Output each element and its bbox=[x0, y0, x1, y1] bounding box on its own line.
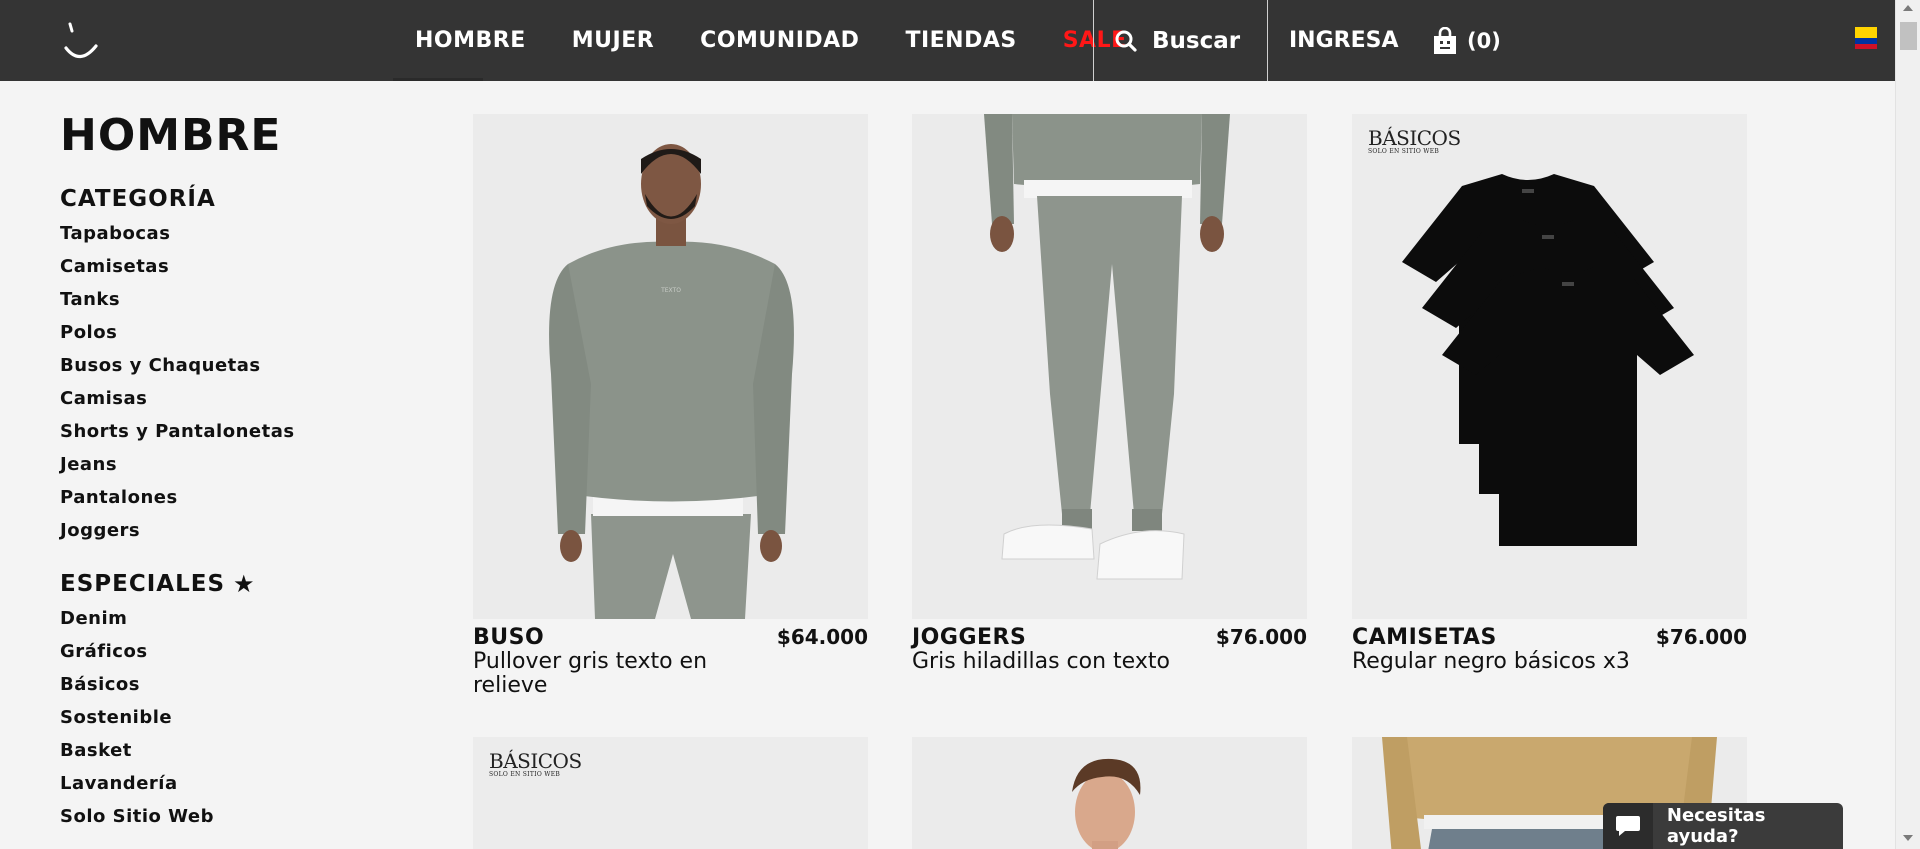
product-card[interactable]: JOGGERS $76.000 Gris hiladillas con text… bbox=[912, 114, 1307, 674]
nav-active-indicator bbox=[393, 78, 483, 81]
category-link[interactable]: Jeans bbox=[60, 454, 117, 475]
special-link[interactable]: Basket bbox=[60, 740, 132, 761]
top-navigation-bar: HOMBRE MUJER COMUNIDAD TIENDAS SALE Busc… bbox=[0, 0, 1895, 81]
page-title: HOMBRE bbox=[60, 110, 282, 161]
special-link[interactable]: Gráficos bbox=[60, 641, 148, 662]
scroll-down-arrow-icon[interactable] bbox=[1903, 835, 1913, 841]
search-icon bbox=[1115, 30, 1137, 52]
special-item[interactable]: Solo Sitio Web bbox=[60, 800, 390, 833]
special-item[interactable]: Sostenible bbox=[60, 701, 390, 734]
login-link[interactable]: INGRESA bbox=[1289, 0, 1399, 81]
product-category: JOGGERS bbox=[912, 625, 1027, 650]
nav-mujer[interactable]: MUJER bbox=[572, 28, 654, 53]
category-item[interactable]: Camisas bbox=[60, 382, 390, 415]
especiales-heading: ESPECIALES ★ bbox=[60, 569, 390, 599]
category-link[interactable]: Pantalones bbox=[60, 487, 178, 508]
model-joggers-photo bbox=[912, 114, 1307, 619]
cart-count: (0) bbox=[1467, 28, 1501, 53]
nav-tiendas[interactable]: TIENDAS bbox=[905, 28, 1016, 53]
especiales-list: Denim Gráficos Básicos Sostenible Basket… bbox=[60, 602, 390, 833]
product-meta: BUSO $64.000 bbox=[473, 625, 868, 650]
special-item[interactable]: Básicos bbox=[60, 668, 390, 701]
category-item[interactable]: Joggers bbox=[60, 514, 390, 547]
product-name[interactable]: Regular negro básicos x3 bbox=[1352, 650, 1747, 674]
category-link[interactable]: Shorts y Pantalonetas bbox=[60, 421, 295, 442]
category-item[interactable]: Busos y Chaquetas bbox=[60, 349, 390, 382]
category-link[interactable]: Tanks bbox=[60, 289, 120, 310]
chat-label: Necesitas ayuda? bbox=[1666, 805, 1766, 847]
product-image[interactable]: TEXTO bbox=[473, 114, 868, 619]
smiley-logo-icon[interactable] bbox=[62, 20, 102, 64]
product-image[interactable] bbox=[912, 114, 1307, 619]
nav-divider bbox=[1267, 0, 1268, 81]
page-scrollbar[interactable] bbox=[1895, 0, 1920, 849]
especiales-title: ESPECIALES bbox=[60, 571, 226, 597]
product-price: $76.000 bbox=[1215, 625, 1307, 649]
special-item[interactable]: Basket bbox=[60, 734, 390, 767]
categoria-title: CATEGORÍA bbox=[60, 186, 216, 212]
product-image[interactable]: BÁSICOS SOLO EN SITIO WEB bbox=[1352, 114, 1747, 619]
product-price: $64.000 bbox=[776, 625, 868, 649]
cart-button[interactable]: (0) bbox=[1433, 0, 1501, 81]
product-name[interactable]: Pullover gris texto en relieve bbox=[473, 650, 743, 698]
product-image[interactable]: BÁSICOS SOLO EN SITIO WEB bbox=[473, 737, 868, 849]
filter-sidebar: HOMBRE CATEGORÍA Tapabocas Camisetas Tan… bbox=[60, 108, 390, 833]
colombia-flag-icon[interactable] bbox=[1855, 27, 1877, 49]
category-link[interactable]: Busos y Chaquetas bbox=[60, 355, 261, 376]
product-card[interactable]: TEXTO BUSO $64.000 Pullover gris texto e… bbox=[473, 114, 868, 698]
category-item[interactable]: Shorts y Pantalonetas bbox=[60, 415, 390, 448]
special-link[interactable]: Básicos bbox=[60, 674, 140, 695]
product-meta: JOGGERS $76.000 bbox=[912, 625, 1307, 650]
product-category: BUSO bbox=[473, 625, 545, 650]
main-nav: HOMBRE MUJER COMUNIDAD TIENDAS SALE bbox=[415, 0, 1127, 81]
product-image[interactable] bbox=[912, 737, 1307, 849]
search-label: Buscar bbox=[1152, 27, 1241, 54]
special-link[interactable]: Denim bbox=[60, 608, 127, 629]
help-chat-button[interactable]: Necesitas ayuda? bbox=[1603, 803, 1843, 849]
category-item[interactable]: Polos bbox=[60, 316, 390, 349]
category-link[interactable]: Camisetas bbox=[60, 256, 169, 277]
basicos-title: BÁSICOS bbox=[489, 749, 582, 773]
category-item[interactable]: Jeans bbox=[60, 448, 390, 481]
product-name[interactable]: Gris hiladillas con texto bbox=[912, 650, 1307, 674]
three-black-tshirts-photo bbox=[1402, 174, 1694, 546]
basicos-brand-label: BÁSICOS SOLO EN SITIO WEB bbox=[489, 749, 582, 778]
shopping-bag-icon bbox=[1434, 26, 1456, 54]
categoria-heading: CATEGORÍA bbox=[60, 184, 390, 214]
model-portrait-photo bbox=[912, 737, 1307, 849]
special-item[interactable]: Gráficos bbox=[60, 635, 390, 668]
category-item[interactable]: Tapabocas bbox=[60, 217, 390, 250]
product-meta: CAMISETAS $76.000 bbox=[1352, 625, 1747, 650]
special-link[interactable]: Sostenible bbox=[60, 707, 172, 728]
search-button[interactable]: Buscar bbox=[1114, 0, 1240, 81]
product-price: $76.000 bbox=[1655, 625, 1747, 649]
scroll-thumb[interactable] bbox=[1900, 22, 1917, 50]
special-link[interactable]: Solo Sitio Web bbox=[60, 806, 214, 827]
sweater-print-text: TEXTO bbox=[660, 287, 681, 294]
star-icon: ★ bbox=[233, 570, 256, 598]
category-item[interactable]: Tanks bbox=[60, 283, 390, 316]
nav-comunidad[interactable]: COMUNIDAD bbox=[700, 28, 859, 53]
product-category: CAMISETAS bbox=[1352, 625, 1497, 650]
model-sweater-photo: TEXTO bbox=[473, 114, 868, 619]
category-link[interactable]: Camisas bbox=[60, 388, 147, 409]
special-item[interactable]: Denim bbox=[60, 602, 390, 635]
special-item[interactable]: Lavandería bbox=[60, 767, 390, 800]
category-link[interactable]: Tapabocas bbox=[60, 223, 170, 244]
category-link[interactable]: Joggers bbox=[60, 520, 140, 541]
product-card[interactable]: BÁSICOS SOLO EN SITIO WEB CAMISETAS $76.… bbox=[1352, 114, 1747, 674]
category-item[interactable]: Camisetas bbox=[60, 250, 390, 283]
category-item[interactable]: Pantalones bbox=[60, 481, 390, 514]
nav-divider bbox=[1093, 0, 1094, 81]
chat-bubble-icon bbox=[1603, 803, 1653, 849]
special-link[interactable]: Lavandería bbox=[60, 773, 178, 794]
nav-hombre[interactable]: HOMBRE bbox=[415, 28, 526, 53]
categoria-list: Tapabocas Camisetas Tanks Polos Busos y … bbox=[60, 217, 390, 547]
scroll-up-arrow-icon[interactable] bbox=[1903, 5, 1913, 11]
category-link[interactable]: Polos bbox=[60, 322, 117, 343]
